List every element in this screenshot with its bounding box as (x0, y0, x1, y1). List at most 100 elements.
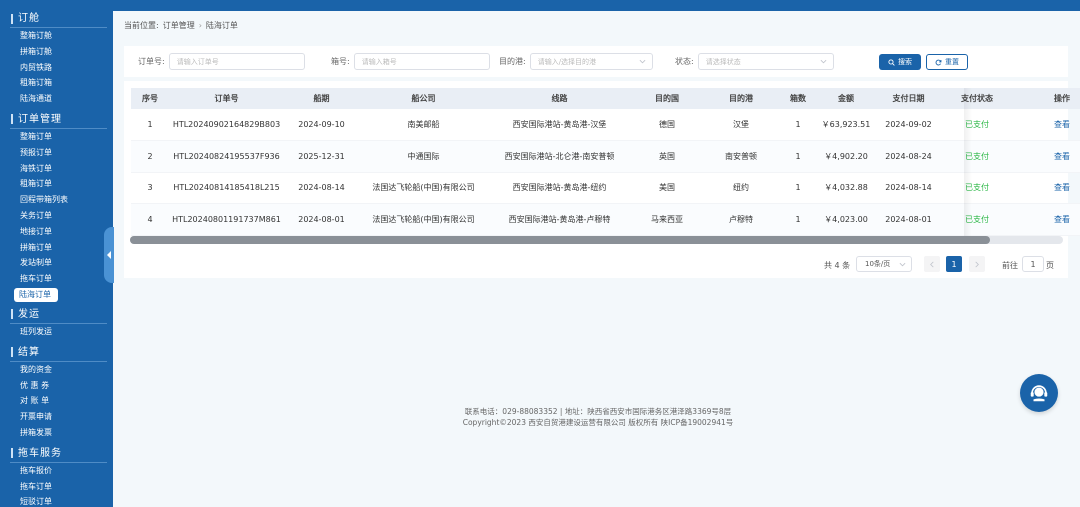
sidebar-item[interactable]: 预报订单 (0, 145, 113, 161)
cell-dest-country: 美国 (631, 172, 703, 204)
search-icon (888, 58, 895, 66)
reset-button-label: 重置 (945, 58, 959, 66)
cell-dest-country: 英国 (631, 140, 703, 173)
cell-pay-date: 2024-08-14 (875, 172, 942, 204)
cell-route: 西安国际港站-黄岛港-纽约 (488, 172, 631, 204)
breadcrumb-level1[interactable]: 订单管理 (163, 20, 195, 31)
sidebar-section-title: 发运 (0, 306, 113, 323)
table-row: 2 HTL20240824195537F936 2025-12-31 中通国际 … (131, 140, 1080, 173)
cell-order-no: HTL20240801191737M861 (169, 203, 284, 236)
sidebar-item[interactable]: 内贸铁路 (0, 60, 113, 76)
cell-sailing-date: 2024-08-14 (284, 172, 359, 204)
cell-amount: ￥63,923.51 (817, 109, 875, 141)
cell-pay-date: 2024-08-01 (875, 203, 942, 236)
sidebar-section-title: 订单管理 (0, 111, 113, 128)
pagination: 共 4 条 10条/页 1 前往 1 页 (124, 256, 1068, 274)
sidebar-item[interactable]: 整箱订舱 (0, 28, 113, 44)
col-header: 目的港 (729, 94, 753, 103)
page-number-current[interactable]: 1 (946, 256, 962, 272)
order-no-label: 订单号: (138, 57, 165, 66)
table-row: 4 HTL20240801191737M861 2024-08-01 法国达飞轮… (131, 203, 1080, 236)
col-header: 线路 (551, 94, 568, 103)
sidebar-item[interactable]: 拖车报价 (0, 463, 113, 479)
sidebar-item[interactable]: 租箱订单 (0, 176, 113, 192)
sidebar-item[interactable]: 地接订单 (0, 224, 113, 240)
sidebar-item-active[interactable]: 陆海订单 (14, 287, 58, 302)
cell-pay-status: 已支付 (942, 172, 1012, 204)
horizontal-scrollbar[interactable] (130, 236, 1063, 244)
sidebar-section-shipping: 发运 班列发运 (0, 306, 113, 340)
refresh-icon (935, 59, 942, 65)
sidebar-item[interactable]: 班列发运 (0, 324, 113, 340)
footer-contact: 联系电话：029-88083352 | 地址：陕西省西安市国际港务区港泽路336… (464, 407, 732, 416)
col-header: 操作 (1054, 94, 1070, 103)
sidebar-item[interactable]: 租箱订箱 (0, 75, 113, 91)
cell-route: 西安国际港站-黄岛港-汉堡 (488, 109, 631, 141)
sidebar-item[interactable]: 拼箱订单 (0, 240, 113, 256)
col-header: 支付日期 (892, 94, 925, 103)
sidebar-collapse-button[interactable] (104, 227, 114, 283)
cell-dest-port: 卢穆特 (703, 203, 779, 236)
sidebar: 订舱 整箱订舱 拼箱订舱 内贸铁路 租箱订箱 陆海通道 订单管理 整箱订单 预报… (0, 0, 113, 507)
sidebar-item[interactable]: 优 惠 券 (0, 378, 113, 394)
view-link[interactable]: 查看 (1012, 109, 1080, 141)
sidebar-item[interactable]: 开票申请 (0, 409, 113, 425)
sidebar-item[interactable]: 发站制单 (0, 255, 113, 271)
col-header: 支付状态 (961, 94, 993, 103)
col-header: 箱数 (790, 94, 806, 103)
view-link[interactable]: 查看 (1012, 140, 1080, 173)
sidebar-item[interactable]: 回程带箱列表 (0, 192, 113, 208)
cell-sailing-date: 2024-09-10 (284, 109, 359, 141)
cell-amount: ￥4,032.88 (817, 172, 875, 204)
cell-dest-port: 南安普顿 (703, 140, 779, 173)
sidebar-section-title: 订舱 (0, 10, 113, 27)
sidebar-item[interactable]: 陆海通道 (0, 91, 113, 107)
reset-button[interactable]: 重置 (926, 54, 968, 70)
next-page-button[interactable] (969, 256, 985, 272)
view-link[interactable]: 查看 (1012, 172, 1080, 204)
sidebar-item[interactable]: 整箱订单 (0, 129, 113, 145)
cell-sailing-date: 2025-12-31 (284, 140, 359, 173)
cell-dest-port: 纽约 (703, 172, 779, 204)
page-size-select[interactable]: 10条/页 (856, 256, 912, 272)
sidebar-item[interactable]: 拖车订单 (0, 271, 113, 287)
cell-pay-date: 2024-08-24 (875, 140, 942, 173)
scrollbar-thumb[interactable] (130, 236, 990, 244)
customer-service-button[interactable] (1020, 374, 1058, 412)
footer: 联系电话：029-88083352 | 地址：陕西省西安市国际港务区港泽路336… (400, 406, 796, 428)
order-no-input[interactable]: 请输入订单号 (168, 53, 305, 70)
sidebar-item[interactable]: 拼箱发票 (0, 425, 113, 441)
cell-amount: ￥4,023.00 (817, 203, 875, 236)
status-select[interactable]: 请选择状态 (697, 53, 834, 70)
sidebar-section-orders: 订单管理 整箱订单 预报订单 海铁订单 租箱订单 回程带箱列表 关务订单 地接订… (0, 111, 113, 302)
sidebar-item[interactable]: 海铁订单 (0, 161, 113, 177)
sidebar-item[interactable]: 对 账 单 (0, 393, 113, 409)
sidebar-item[interactable]: 我的资金 (0, 362, 113, 378)
sidebar-item[interactable]: 关务订单 (0, 208, 113, 224)
cell-box-count: 1 (779, 203, 817, 236)
cell-carrier: 南美邮船 (359, 109, 488, 141)
search-button-label: 搜索 (898, 58, 912, 66)
sidebar-item[interactable]: 短驳订单 (0, 494, 113, 507)
cell-dest-country: 马来西亚 (631, 203, 703, 236)
sidebar-section-trailer: 拖车服务 拖车报价 拖车订单 短驳订单 (0, 445, 113, 507)
page-jump-input[interactable]: 1 (1022, 256, 1044, 272)
order-no-field: 订单号: 请输入订单号 (138, 53, 305, 70)
status-label: 状态: (675, 57, 694, 66)
col-header: 船公司 (411, 94, 436, 103)
cell-carrier: 法国达飞轮船(中国)有限公司 (359, 172, 488, 204)
box-no-input[interactable]: 请输入箱号 (353, 53, 490, 70)
cell-route: 西安国际港站-黄岛港-卢穆特 (488, 203, 631, 236)
dest-port-select[interactable]: 请输入/选择目的港 (529, 53, 653, 70)
search-button[interactable]: 搜索 (879, 54, 921, 70)
sidebar-item[interactable]: 拖车订单 (0, 479, 113, 495)
prev-page-button[interactable] (924, 256, 940, 272)
cell-carrier: 法国达飞轮船(中国)有限公司 (359, 203, 488, 236)
col-header: 目的国 (655, 94, 679, 103)
table-row: 1 HTL20240902164829B803 2024-09-10 南美邮船 … (131, 109, 1080, 141)
view-link[interactable]: 查看 (1012, 203, 1080, 236)
cell-pay-status: 已支付 (942, 140, 1012, 173)
orders-table: 序号 订单号 船期 船公司 线路 目的国 目的港 箱数 金额 支付日期 支付状态… (131, 88, 1080, 236)
dest-port-label: 目的港: (499, 57, 526, 66)
sidebar-item[interactable]: 拼箱订舱 (0, 44, 113, 60)
